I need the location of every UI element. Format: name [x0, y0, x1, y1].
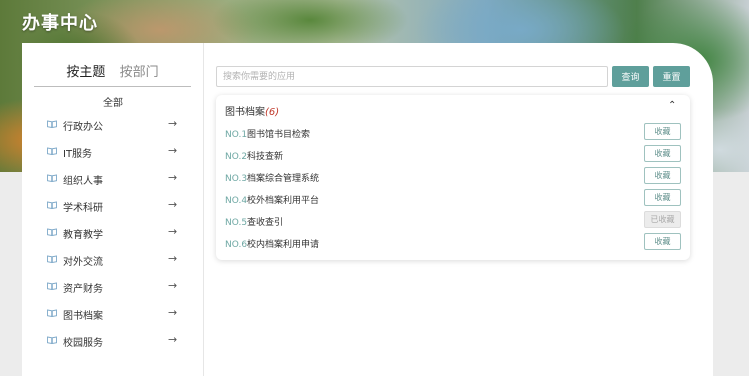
arrow-right-icon: → [168, 306, 178, 319]
arrow-right-icon: → [168, 198, 178, 211]
sidebar-item-personnel[interactable]: 组织人事 → [22, 165, 204, 192]
book-icon [47, 120, 57, 128]
arrow-right-icon: → [168, 252, 178, 265]
tab-by-department[interactable]: 按部门 [120, 61, 159, 80]
sidebar-item-finance[interactable]: 资产财务 → [22, 273, 204, 300]
item-number: NO.6 [225, 240, 248, 250]
book-icon [47, 174, 57, 182]
favorite-button[interactable]: 收藏 [644, 189, 681, 206]
sidebar-item-it[interactable]: IT服务 → [22, 138, 204, 165]
item-name[interactable]: 查收查引 [247, 218, 283, 228]
book-icon [47, 255, 57, 263]
results-panel: 图书档案(6) ⌃ NO.1图书馆书目检索 收藏 NO.2科技查新 收藏 NO.… [216, 95, 690, 260]
sidebar-item-research[interactable]: 学术科研 → [22, 192, 204, 219]
reset-button[interactable]: 重置 [653, 66, 690, 87]
tab-bar: 按主题 按部门 [34, 61, 191, 87]
item-name[interactable]: 科技查新 [247, 152, 283, 162]
item-number: NO.2 [225, 152, 248, 162]
sidebar-item-label: 资产财务 [63, 284, 103, 295]
item-name[interactable]: 图书馆书目检索 [247, 130, 310, 140]
arrow-right-icon: → [168, 144, 178, 157]
item-number: NO.1 [225, 130, 248, 140]
sidebar-item-admin[interactable]: 行政办公 → [22, 111, 204, 138]
search-input[interactable] [216, 66, 608, 87]
page-title: 办事中心 [22, 13, 98, 34]
favorite-button[interactable]: 收藏 [644, 167, 681, 184]
sidebar-item-label: 教育教学 [63, 230, 103, 241]
sidebar-item-label: 校园服务 [63, 338, 103, 349]
favorited-button[interactable]: 已收藏 [644, 211, 681, 228]
category-list: 行政办公 → IT服务 → 组织人事 → 学术科研 → 教育教学 → 对外交流 … [22, 111, 204, 354]
item-number: NO.4 [225, 196, 248, 206]
favorite-button[interactable]: 收藏 [644, 145, 681, 162]
item-name[interactable]: 校内档案利用申请 [247, 240, 319, 250]
tab-by-topic[interactable]: 按主题 [66, 61, 105, 80]
results-count: (6) [265, 107, 280, 118]
all-category-label[interactable]: 全部 [22, 94, 204, 109]
sidebar-item-campus[interactable]: 校园服务 → [22, 327, 204, 354]
arrow-right-icon: → [168, 279, 178, 292]
item-number: NO.3 [225, 174, 248, 184]
book-icon [47, 282, 57, 290]
item-number: NO.5 [225, 218, 248, 228]
sidebar-item-label: 学术科研 [63, 203, 103, 214]
sidebar-item-label: IT服务 [63, 149, 93, 160]
list-item: NO.4校外档案利用平台 收藏 [216, 188, 690, 210]
arrow-right-icon: → [168, 117, 178, 130]
arrow-right-icon: → [168, 171, 178, 184]
sidebar-item-label: 组织人事 [63, 176, 103, 187]
item-name[interactable]: 档案综合管理系统 [247, 174, 319, 184]
sidebar-item-library[interactable]: 图书档案 → [22, 300, 204, 327]
sidebar-item-label: 行政办公 [63, 122, 103, 133]
query-button[interactable]: 查询 [612, 66, 649, 87]
results-category: 图书档案 [225, 107, 265, 118]
main-card: 按主题 按部门 全部 行政办公 → IT服务 → 组织人事 → 学术科研 → 教… [22, 43, 713, 376]
sidebar-item-label: 图书档案 [63, 311, 103, 322]
book-icon [47, 309, 57, 317]
sidebar-item-teaching[interactable]: 教育教学 → [22, 219, 204, 246]
item-name[interactable]: 校外档案利用平台 [247, 196, 319, 206]
arrow-right-icon: → [168, 333, 178, 346]
sidebar: 按主题 按部门 全部 行政办公 → IT服务 → 组织人事 → 学术科研 → 教… [22, 43, 204, 376]
book-icon [47, 147, 57, 155]
list-item: NO.3档案综合管理系统 收藏 [216, 166, 690, 188]
book-icon [47, 201, 57, 209]
list-item: NO.1图书馆书目检索 收藏 [216, 122, 690, 144]
book-icon [47, 336, 57, 344]
sidebar-item-label: 对外交流 [63, 257, 103, 268]
chevron-up-icon[interactable]: ⌃ [668, 100, 676, 111]
list-item: NO.6校内档案利用申请 收藏 [216, 232, 690, 254]
arrow-right-icon: → [168, 225, 178, 238]
book-icon [47, 228, 57, 236]
sidebar-item-exchange[interactable]: 对外交流 → [22, 246, 204, 273]
results-panel-title: 图书档案(6) [225, 103, 279, 118]
favorite-button[interactable]: 收藏 [644, 123, 681, 140]
list-item: NO.5查收查引 已收藏 [216, 210, 690, 232]
favorite-button[interactable]: 收藏 [644, 233, 681, 250]
list-item: NO.2科技查新 收藏 [216, 144, 690, 166]
